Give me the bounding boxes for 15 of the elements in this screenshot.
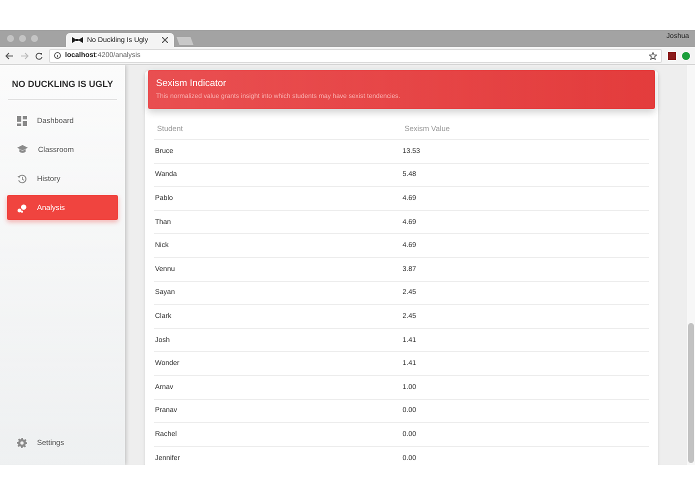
graduation-cap-icon [17,145,28,154]
close-icon[interactable] [162,37,168,43]
back-icon[interactable] [5,52,14,60]
settings-icon [17,438,27,448]
card-title: Sexism Indicator [156,78,228,89]
info-icon [54,52,61,59]
reload-icon[interactable] [35,52,43,60]
bubbles-icon [17,202,27,212]
history-icon [17,174,27,184]
dashboard-icon [17,116,27,126]
forward-icon[interactable] [20,52,29,60]
bowtie-icon [72,37,83,43]
app-title: NO DUCKLING IS UGLY [10,78,114,91]
star-icon[interactable] [649,52,657,60]
scrollbar[interactable] [687,65,695,465]
